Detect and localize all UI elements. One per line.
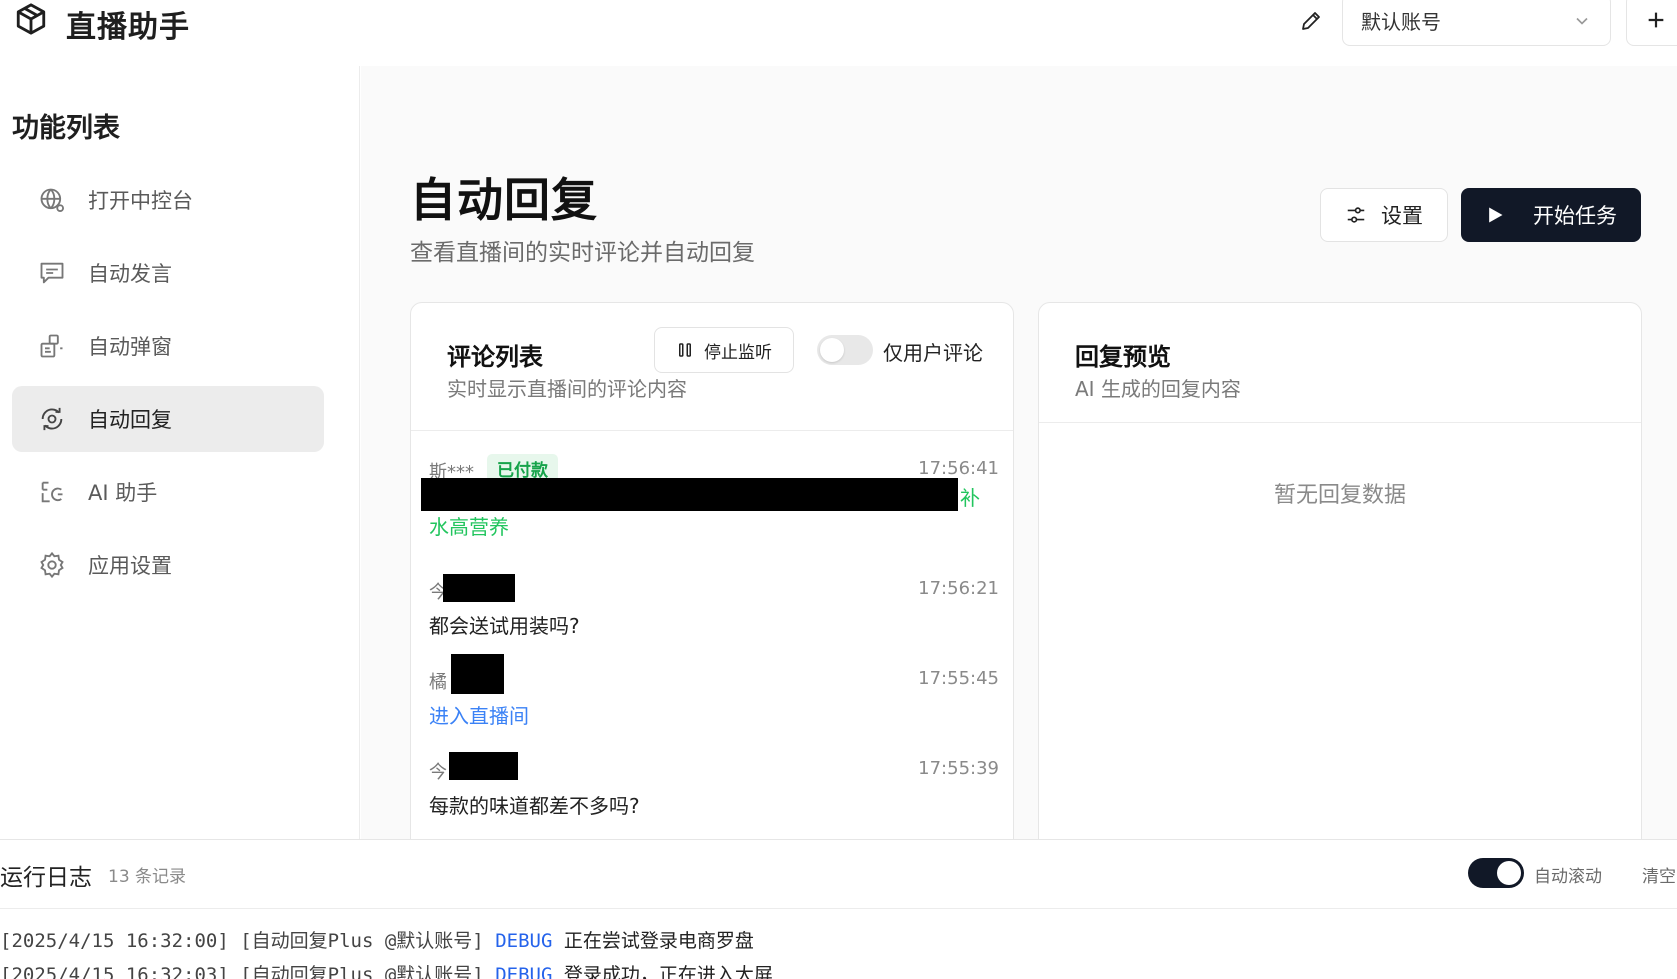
comments-card-title: 评论列表 — [447, 343, 543, 371]
app-title: 直播助手 — [66, 10, 190, 45]
start-task-button[interactable]: 开始任务 — [1461, 188, 1641, 242]
account-select[interactable]: 默认账号 — [1342, 0, 1611, 46]
comment-text: 每款的味道都差不多吗? — [429, 794, 640, 818]
page-subtitle: 查看直播间的实时评论并自动回复 — [410, 240, 755, 266]
sidebar-item-label: AI 助手 — [88, 481, 158, 505]
app-header: 直播助手 默认账号 — [0, 0, 1677, 66]
toggle-knob — [1497, 861, 1521, 885]
comment-item: 今 17:55:39 每款的味道都差不多吗? — [429, 752, 999, 818]
redaction-block — [451, 654, 504, 694]
auto-reply-icon — [36, 403, 68, 435]
log-message: 登录成功，正在进入大屏 — [563, 964, 773, 979]
popup-icon — [36, 330, 68, 362]
log-level: DEBUG — [495, 930, 553, 952]
log-title: 运行日志 — [0, 865, 92, 891]
log-divider — [0, 908, 1677, 909]
comments-card: 评论列表 实时显示直播间的评论内容 停止监听 仅用户评论 斯*** 已付款 17… — [410, 302, 1014, 862]
preview-card-subtitle: AI 生成的回复内容 — [1075, 377, 1241, 401]
settings-button-label: 设置 — [1381, 204, 1423, 228]
sidebar-item-auto-message[interactable]: 自动发言 — [12, 240, 324, 306]
log-count: 13 条记录 — [108, 867, 187, 887]
auto-scroll-label: 自动滚动 — [1534, 867, 1602, 887]
pencil-icon — [1302, 12, 1320, 30]
user-only-label: 仅用户评论 — [883, 341, 983, 365]
comment-user: 今 — [429, 762, 447, 783]
log-message: 正在尝试登录电商罗盘 — [563, 930, 754, 952]
redaction-block — [421, 478, 958, 511]
plus-icon — [1648, 12, 1664, 28]
comment-time: 17:55:45 — [918, 668, 999, 689]
sliders-icon — [1347, 207, 1365, 223]
comment-item: 斯*** 已付款 17:56:41 补 水高营养 — [421, 454, 999, 548]
edit-account-button[interactable] — [1296, 6, 1326, 36]
page-title: 自动回复 — [410, 173, 598, 227]
stop-listening-label: 停止监听 — [704, 342, 772, 363]
log-prefix: [2025/4/15 16:32:03] [自动回复Plus @默认账号] — [0, 964, 484, 979]
redaction-block — [443, 574, 515, 602]
start-task-button-label: 开始任务 — [1533, 204, 1617, 228]
empty-state-text: 暂无回复数据 — [1273, 483, 1406, 508]
clear-log-button[interactable]: 清空 — [1642, 862, 1676, 887]
comment-text: 都会送试用装吗? — [429, 614, 580, 638]
settings-button[interactable]: 设置 — [1320, 188, 1448, 242]
comment-time: 17:55:39 — [918, 758, 999, 779]
card-divider — [1039, 422, 1641, 423]
comment-user: 橘 — [429, 672, 447, 693]
main-content: 自动回复 查看直播间的实时评论并自动回复 设置 开始任务 评论列表 实时显示直播… — [361, 66, 1677, 862]
log-prefix: [2025/4/15 16:32:00] [自动回复Plus @默认账号] — [0, 930, 484, 952]
play-icon — [1489, 207, 1503, 223]
sidebar-item-label: 自动回复 — [88, 408, 172, 432]
comment-text-suffix: 补 — [960, 486, 980, 510]
globe-icon — [36, 184, 68, 216]
chevron-down-icon — [1576, 17, 1588, 25]
sidebar-item-label: 打开中控台 — [88, 189, 193, 213]
sidebar-item-app-settings[interactable]: 应用设置 — [12, 532, 324, 598]
log-line: [2025/4/15 16:32:03] [自动回复Plus @默认账号] DE… — [0, 960, 773, 979]
sidebar-item-ai-assistant[interactable]: AI 助手 — [12, 459, 324, 525]
sidebar-item-console[interactable]: 打开中控台 — [12, 167, 324, 233]
sidebar-item-auto-reply[interactable]: 自动回复 — [12, 386, 324, 452]
log-panel: 运行日志 13 条记录 自动滚动 清空 [2025/4/15 16:32:00]… — [0, 839, 1677, 979]
comment-time: 17:56:41 — [918, 458, 999, 479]
add-account-button[interactable] — [1626, 0, 1677, 46]
preview-card-title: 回复预览 — [1075, 343, 1171, 371]
sidebar-title: 功能列表 — [12, 113, 120, 144]
reply-preview-card: 回复预览 AI 生成的回复内容 暂无回复数据 — [1038, 302, 1642, 862]
redaction-block — [449, 752, 518, 780]
ai-assistant-icon — [36, 476, 68, 508]
gear-icon — [36, 549, 68, 581]
comment-item: 橘 17:55:45 进入直播间 — [429, 654, 999, 728]
comment-item: 今 17:56:21 都会送试用装吗? — [429, 574, 999, 638]
sidebar-item-label: 应用设置 — [88, 554, 172, 578]
comment-time: 17:56:21 — [918, 578, 999, 599]
pause-icon — [679, 343, 691, 357]
sidebar-item-label: 自动弹窗 — [88, 335, 172, 359]
toggle-knob — [820, 338, 844, 362]
account-select-value: 默认账号 — [1361, 9, 1441, 34]
comment-text: 水高营养 — [429, 515, 509, 539]
auto-scroll-toggle[interactable] — [1468, 858, 1524, 888]
comments-card-subtitle: 实时显示直播间的评论内容 — [447, 377, 687, 401]
user-only-toggle[interactable] — [817, 335, 873, 365]
comment-text: 进入直播间 — [429, 704, 529, 728]
stop-listening-button[interactable]: 停止监听 — [654, 327, 794, 373]
cube-logo-icon — [16, 3, 46, 35]
sidebar-item-auto-popup[interactable]: 自动弹窗 — [12, 313, 324, 379]
log-line: [2025/4/15 16:32:00] [自动回复Plus @默认账号] DE… — [0, 926, 754, 953]
message-icon — [36, 257, 68, 289]
sidebar-item-label: 自动发言 — [88, 262, 172, 286]
card-divider — [411, 430, 1013, 431]
log-level: DEBUG — [495, 964, 553, 979]
sidebar: 功能列表 打开中控台 自动发言 自动弹窗 自动回复 AI 助手 应用设置 — [0, 66, 360, 839]
